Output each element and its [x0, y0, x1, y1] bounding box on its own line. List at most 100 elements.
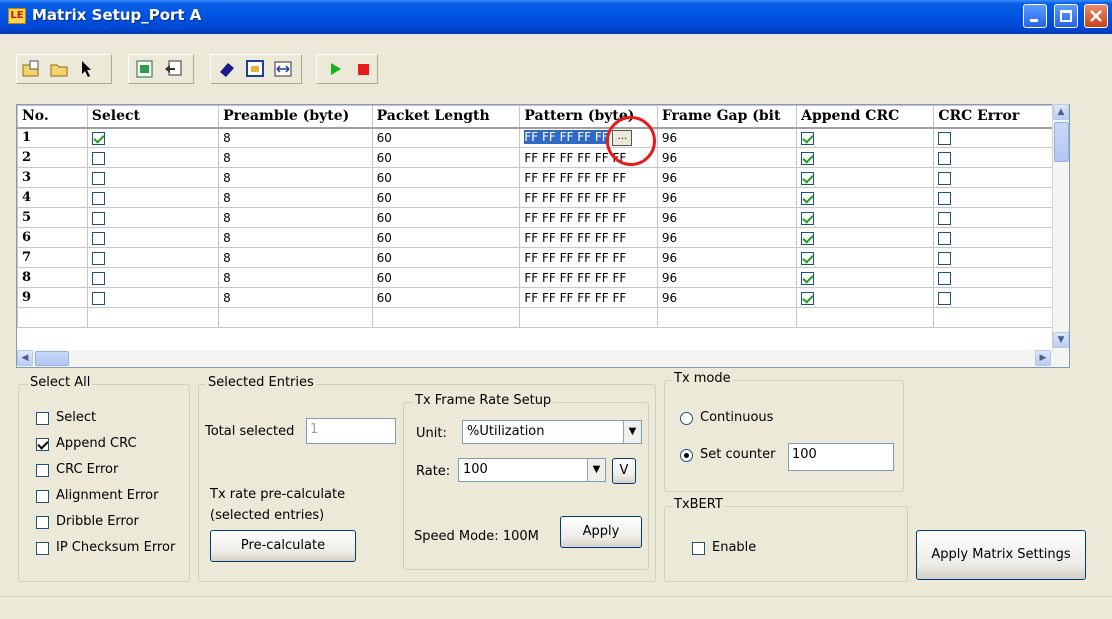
select-all-crc-error-checkbox[interactable] [36, 464, 49, 477]
window-icon[interactable] [246, 60, 264, 78]
table-row[interactable]: 7 8 60 FF FF FF FF FF FF 96 [17, 247, 1069, 268]
crc-error-cell[interactable] [933, 147, 1069, 168]
select-cell[interactable] [86, 127, 220, 148]
select-cell[interactable] [86, 267, 220, 288]
append-crc-checkbox[interactable] [801, 131, 815, 145]
packet-length-cell[interactable]: 60 [371, 287, 521, 308]
select-all-select-checkbox[interactable] [36, 412, 49, 425]
crc-error-cell[interactable] [933, 127, 1069, 148]
rate-select[interactable]: 100 ▼ [458, 458, 606, 482]
table-row[interactable]: 6 8 60 FF FF FF FF FF FF 96 [17, 227, 1069, 248]
preamble-cell[interactable]: 8 [218, 247, 373, 268]
crc-error-checkbox[interactable] [938, 191, 952, 205]
pattern-cell[interactable]: FF FF FF FF FF FF [519, 187, 658, 208]
table-row[interactable]: 5 8 60 FF FF FF FF FF FF 96 [17, 207, 1069, 228]
preamble-cell[interactable]: 8 [218, 227, 373, 248]
column-header-frame-gap[interactable]: Frame Gap (bit [656, 105, 798, 129]
eraser-icon[interactable] [218, 60, 236, 78]
append-crc-cell[interactable] [796, 287, 935, 308]
select-all-dribble-error-checkbox[interactable] [36, 516, 49, 529]
select-checkbox[interactable] [91, 251, 105, 265]
crc-error-cell[interactable] [933, 207, 1069, 228]
column-header-no[interactable]: No. [17, 105, 88, 129]
txbert-enable-checkbox[interactable] [692, 542, 705, 555]
select-checkbox[interactable] [91, 151, 105, 165]
counter-input[interactable]: 100 [788, 443, 894, 471]
select-all-ip-checksum-error-checkbox[interactable] [36, 542, 49, 555]
pattern-cell[interactable]: FF FF FF FF FF FF [519, 227, 658, 248]
play-icon[interactable] [326, 60, 344, 78]
append-crc-cell[interactable] [796, 207, 935, 228]
table-row[interactable]: 4 8 60 FF FF FF FF FF FF 96 [17, 187, 1069, 208]
packet-length-cell[interactable]: 60 [371, 247, 521, 268]
select-checkbox[interactable] [91, 131, 105, 145]
append-crc-checkbox[interactable] [801, 231, 815, 245]
select-cell[interactable] [86, 247, 220, 268]
select-cell[interactable] [86, 227, 220, 248]
table-row[interactable]: 2 8 60 FF FF FF FF FF FF 96 [17, 147, 1069, 168]
apply-button[interactable]: Apply [560, 516, 642, 548]
preamble-cell[interactable]: 8 [218, 187, 373, 208]
preamble-cell[interactable]: 8 [218, 287, 373, 308]
export-excel-icon[interactable] [136, 60, 154, 78]
packet-length-cell[interactable]: 60 [371, 167, 521, 188]
packet-length-cell[interactable]: 60 [371, 207, 521, 228]
append-crc-checkbox[interactable] [801, 211, 815, 225]
pattern-cell[interactable]: FF FF FF FF FF FF [519, 287, 658, 308]
crc-error-checkbox[interactable] [938, 251, 952, 265]
maximize-button[interactable] [1054, 4, 1078, 28]
frame-gap-cell[interactable]: 96 [656, 287, 798, 308]
packet-length-cell[interactable]: 60 [371, 147, 521, 168]
pattern-cell-edit-text[interactable]: FF FF FF FF FF [524, 130, 609, 145]
frame-gap-cell[interactable]: 96 [656, 187, 798, 208]
crc-error-checkbox[interactable] [938, 131, 952, 145]
chevron-down-icon[interactable]: ▼ [623, 421, 641, 443]
import-icon[interactable] [164, 60, 182, 78]
grid-horizontal-scrollbar[interactable]: ◀ ▶ [17, 350, 1069, 367]
open-config-icon[interactable] [22, 60, 40, 78]
append-crc-checkbox[interactable] [801, 151, 815, 165]
pattern-cell[interactable]: FF FF FF FF FF FF [519, 207, 658, 228]
preamble-cell[interactable]: 8 [218, 207, 373, 228]
append-crc-cell[interactable] [796, 127, 935, 148]
scroll-down-icon[interactable]: ▼ [1053, 332, 1069, 348]
packet-matrix-grid[interactable]: No. Select Preamble (byte) Packet Length… [16, 104, 1070, 368]
append-crc-cell[interactable] [796, 247, 935, 268]
packet-length-cell[interactable]: 60 [371, 227, 521, 248]
unit-select[interactable]: %Utilization ▼ [462, 420, 642, 444]
grid-vertical-scrollbar[interactable]: ▲ ▼ [1052, 104, 1069, 350]
append-crc-cell[interactable] [796, 187, 935, 208]
frame-gap-cell[interactable]: 96 [656, 227, 798, 248]
crc-error-cell[interactable] [933, 247, 1069, 268]
select-checkbox[interactable] [91, 211, 105, 225]
fit-width-icon[interactable] [274, 60, 292, 78]
table-row[interactable]: 9 8 60 FF FF FF FF FF FF 96 [17, 287, 1069, 308]
stop-icon[interactable] [354, 60, 372, 78]
select-cell[interactable] [86, 167, 220, 188]
apply-matrix-settings-button[interactable]: Apply Matrix Settings [916, 530, 1086, 580]
select-cell[interactable] [86, 147, 220, 168]
frame-gap-cell[interactable]: 96 [656, 247, 798, 268]
crc-error-cell[interactable] [933, 167, 1069, 188]
pattern-cell[interactable]: FF FF FF FF FF FF [519, 267, 658, 288]
crc-error-checkbox[interactable] [938, 151, 952, 165]
crc-error-cell[interactable] [933, 287, 1069, 308]
append-crc-checkbox[interactable] [801, 291, 815, 305]
append-crc-cell[interactable] [796, 167, 935, 188]
table-row[interactable]: 8 8 60 FF FF FF FF FF FF 96 [17, 267, 1069, 288]
select-cell[interactable] [86, 287, 220, 308]
crc-error-cell[interactable] [933, 267, 1069, 288]
crc-error-checkbox[interactable] [938, 211, 952, 225]
append-crc-checkbox[interactable] [801, 191, 815, 205]
column-header-packet-length[interactable]: Packet Length [371, 105, 521, 129]
select-cell[interactable] [86, 207, 220, 228]
select-checkbox[interactable] [91, 271, 105, 285]
pattern-cell[interactable]: FF FF FF FF FF FF [519, 167, 658, 188]
crc-error-checkbox[interactable] [938, 271, 952, 285]
frame-gap-cell[interactable]: 96 [656, 207, 798, 228]
crc-error-checkbox[interactable] [938, 171, 952, 185]
scroll-right-icon[interactable]: ▶ [1035, 350, 1051, 366]
frame-gap-cell[interactable]: 96 [656, 127, 798, 148]
packet-length-cell[interactable]: 60 [371, 187, 521, 208]
open-folder-icon[interactable] [50, 60, 68, 78]
